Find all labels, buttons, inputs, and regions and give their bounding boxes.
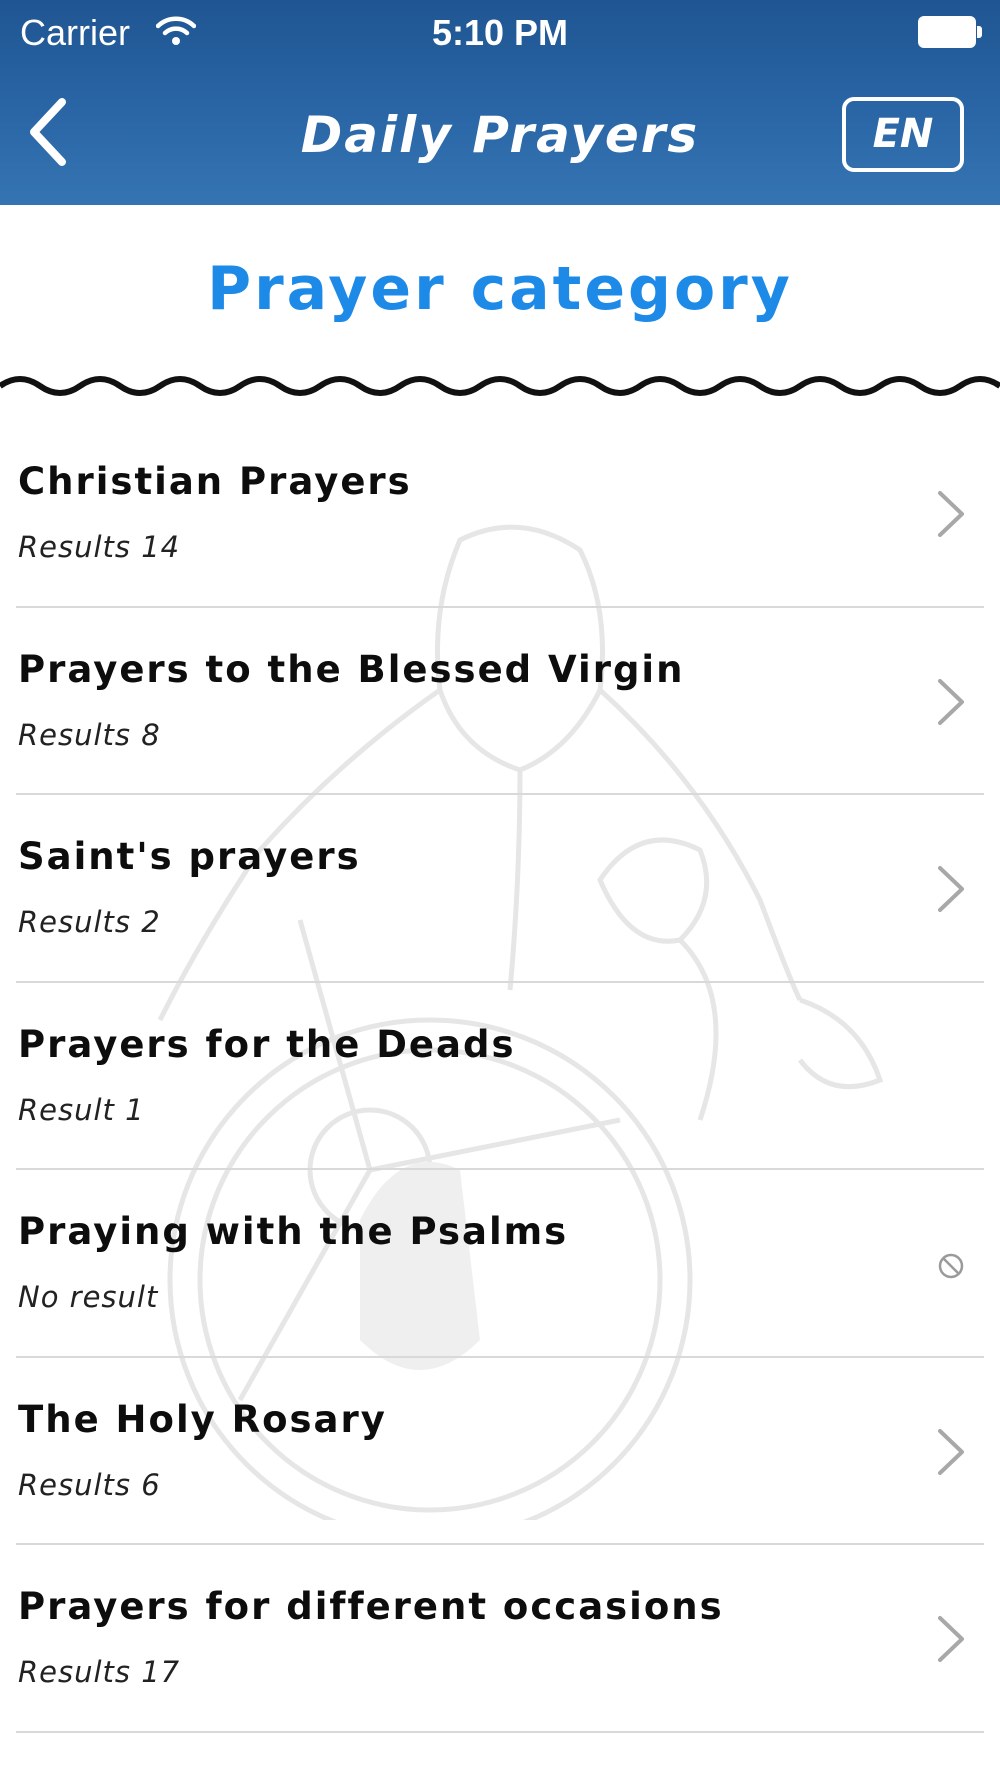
result-count: Results 2 bbox=[18, 905, 161, 939]
wave-divider bbox=[0, 376, 1000, 396]
no-entry-icon bbox=[938, 1253, 964, 1279]
section-title: Prayer category bbox=[207, 254, 793, 324]
category-list: Christian Prayers Results 14 Prayers to … bbox=[0, 420, 1000, 1733]
list-item[interactable]: Prayers to the Blessed Virgin Results 8 bbox=[0, 608, 1000, 795]
list-item[interactable]: Praying with the Psalms No result bbox=[0, 1170, 1000, 1358]
category-name: Praying with the Psalms bbox=[18, 1210, 569, 1253]
chevron-right-icon bbox=[938, 1616, 964, 1662]
result-count: Results 6 bbox=[18, 1467, 161, 1502]
status-bar: Carrier 5:10 PM bbox=[0, 0, 1000, 68]
result-count: Result 1 bbox=[18, 1092, 145, 1127]
row-divider bbox=[16, 1730, 984, 1733]
result-count: Results 14 bbox=[18, 530, 181, 564]
list-item[interactable]: Prayers for the Deads Result 1 bbox=[0, 983, 1000, 1170]
navigation-bar: Carrier 5:10 PM Daily Prayers EN bbox=[0, 0, 1000, 205]
list-item[interactable]: Christian Prayers Results 14 bbox=[0, 420, 1000, 608]
list-item[interactable]: Prayers for different occasions Results … bbox=[0, 1545, 1000, 1733]
category-name: The Holy Rosary bbox=[18, 1397, 387, 1441]
language-button[interactable]: EN bbox=[842, 97, 964, 172]
category-name: Prayers for the Deads bbox=[18, 1022, 516, 1066]
list-item[interactable]: The Holy Rosary Results 6 bbox=[0, 1358, 1000, 1545]
category-name: Saint's prayers bbox=[18, 835, 361, 878]
category-name: Prayers to the Blessed Virgin bbox=[18, 647, 685, 691]
category-name: Prayers for different occasions bbox=[18, 1585, 724, 1628]
chevron-right-icon bbox=[938, 1428, 964, 1475]
result-count: Results 8 bbox=[18, 717, 161, 752]
status-time: 5:10 PM bbox=[431, 12, 569, 53]
list-item[interactable]: Saint's prayers Results 2 bbox=[0, 795, 1000, 983]
result-count: No result bbox=[18, 1280, 159, 1314]
chevron-right-icon bbox=[938, 491, 964, 537]
result-count: Results 17 bbox=[18, 1655, 181, 1689]
battery-icon bbox=[918, 16, 982, 48]
chevron-right-icon bbox=[938, 678, 964, 725]
category-name: Christian Prayers bbox=[18, 460, 412, 503]
chevron-right-icon bbox=[938, 866, 964, 912]
